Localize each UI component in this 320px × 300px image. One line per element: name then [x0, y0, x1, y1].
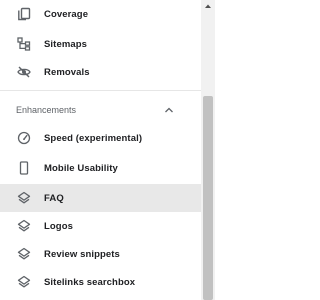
enhancement-icon [17, 191, 31, 205]
removals-icon [17, 65, 31, 79]
enhancement-icon [17, 275, 31, 289]
nav-item-sitemaps[interactable]: Sitemaps [0, 30, 201, 58]
chevron-up-icon [165, 107, 173, 113]
nav-item-faq[interactable]: FAQ [0, 184, 201, 212]
nav-item-logos[interactable]: Logos [0, 212, 201, 240]
nav-item-removals[interactable]: Removals [0, 58, 201, 86]
enhancement-icon [17, 219, 31, 233]
speed-icon [17, 131, 31, 145]
section-title: Enhancements [16, 105, 77, 115]
nav-item-label: Sitelinks searchbox [44, 276, 136, 288]
mobile-icon [17, 161, 31, 175]
nav-item-speed[interactable]: Speed (experimental) [0, 124, 201, 152]
nav-item-label: Review snippets [44, 248, 120, 260]
nav-item-sitelinks-searchbox[interactable]: Sitelinks searchbox [0, 268, 201, 296]
sidebar-nav: Coverage Sitemaps Removals Enhancements … [0, 0, 201, 300]
nav-item-label: Speed (experimental) [44, 132, 143, 144]
vertical-scrollbar[interactable] [201, 0, 215, 300]
nav-item-label: FAQ [44, 192, 64, 204]
nav-item-label: Sitemaps [44, 38, 88, 50]
coverage-icon [17, 7, 31, 21]
nav-item-label: Coverage [44, 8, 89, 20]
scrollbar-thumb[interactable] [203, 96, 213, 300]
scroll-up-arrow-icon[interactable] [201, 0, 215, 12]
nav-item-mobile-usability[interactable]: Mobile Usability [0, 154, 201, 182]
enhancement-icon [17, 247, 31, 261]
section-enhancements-header[interactable]: Enhancements [0, 96, 201, 124]
nav-item-label: Mobile Usability [44, 162, 118, 174]
nav-item-label: Removals [44, 66, 90, 78]
section-divider [0, 90, 201, 91]
nav-item-review-snippets[interactable]: Review snippets [0, 240, 201, 268]
nav-item-label: Logos [44, 220, 73, 232]
sitemaps-icon [17, 37, 31, 51]
nav-item-coverage[interactable]: Coverage [0, 0, 201, 28]
